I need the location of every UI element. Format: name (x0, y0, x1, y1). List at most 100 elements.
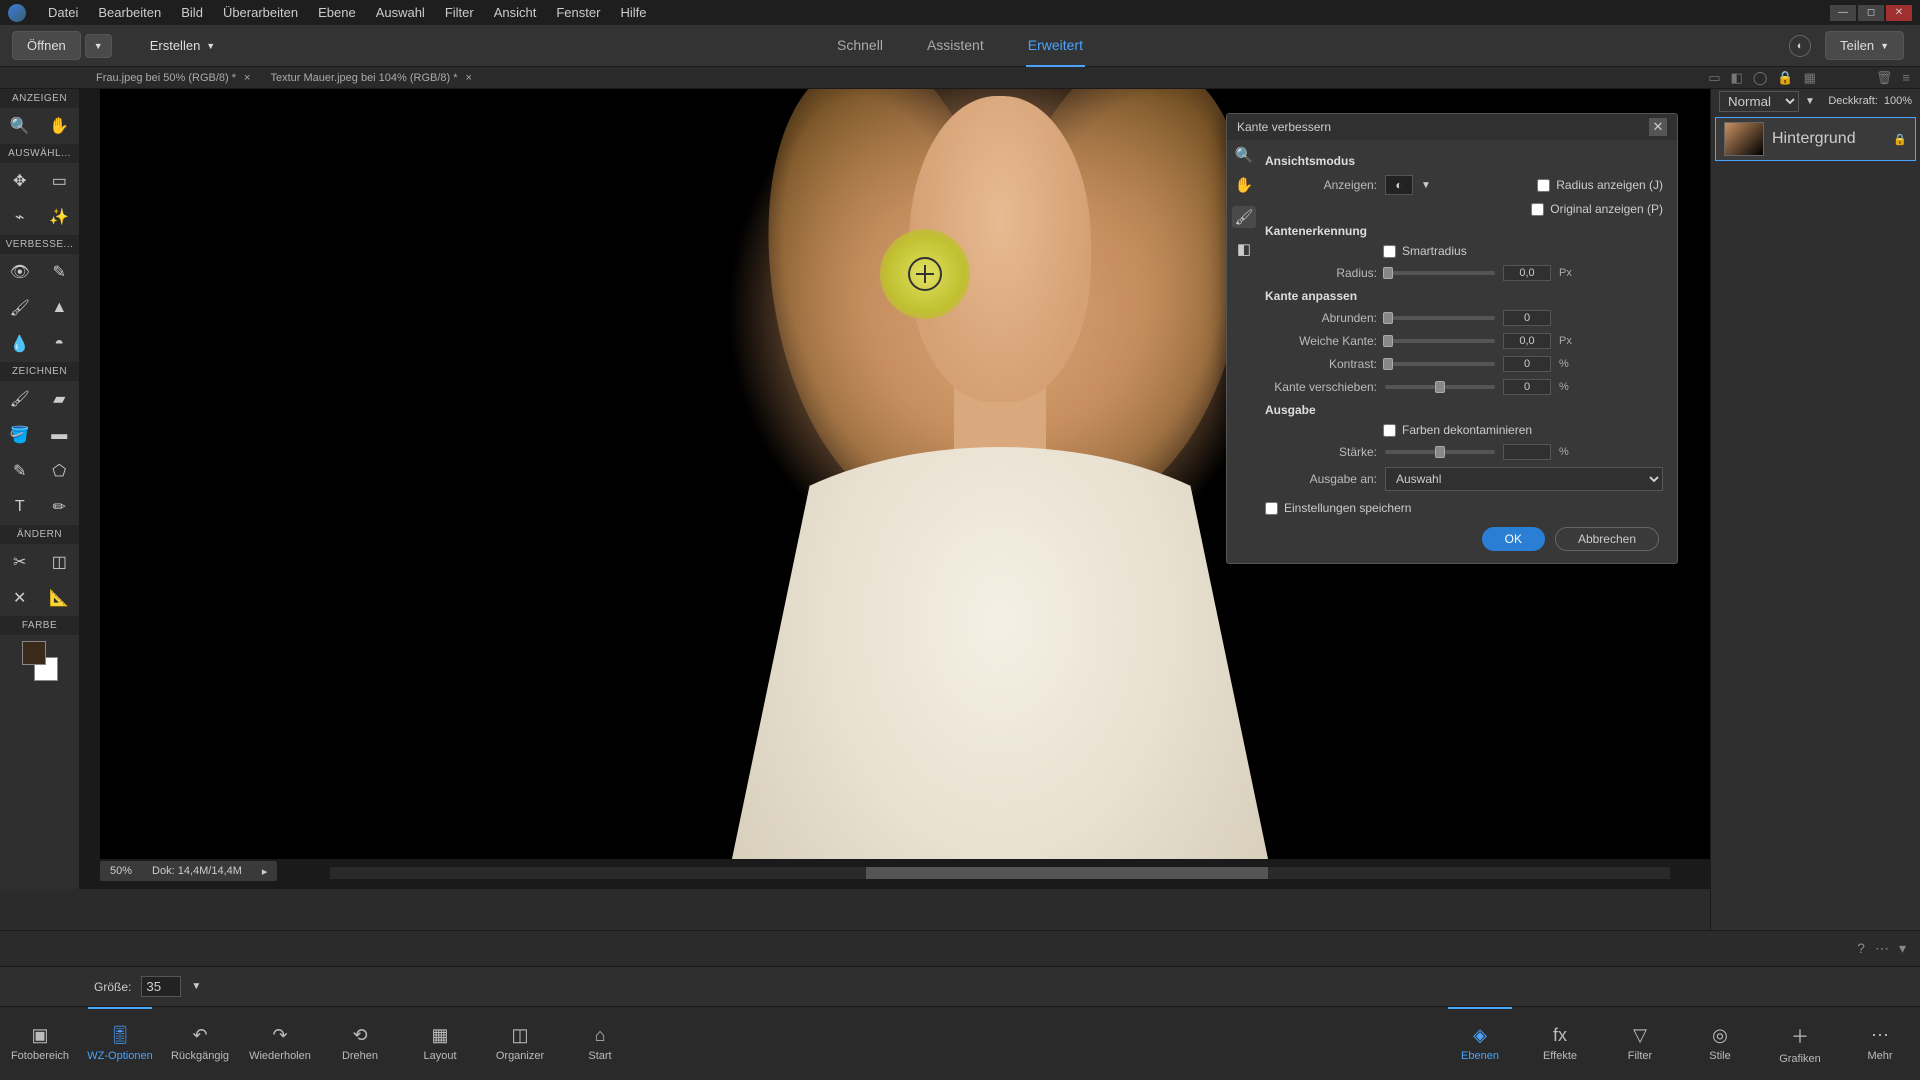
menu-help[interactable]: Hilfe (610, 5, 656, 20)
straighten-tool-icon[interactable]: 📐 (40, 580, 80, 616)
share-button[interactable]: Teilen ▼ (1825, 31, 1904, 60)
maximize-button[interactable]: ◻ (1858, 5, 1884, 21)
remember-settings-check[interactable]: Einstellungen speichern (1265, 501, 1663, 515)
layer-thumbnail[interactable] (1724, 122, 1764, 156)
color-swatch[interactable] (20, 639, 60, 683)
open-dropdown[interactable]: ▼ (85, 34, 112, 58)
open-button[interactable]: Öffnen (12, 31, 81, 60)
radius-input[interactable] (1503, 265, 1551, 281)
marquee-tool-icon[interactable]: ▭ (40, 163, 80, 199)
menu-file[interactable]: Datei (38, 5, 88, 20)
minimize-button[interactable]: — (1830, 5, 1856, 21)
clone-stamp-tool-icon[interactable]: ▲ (40, 290, 80, 326)
layer-item[interactable]: Hintergrund 🔒 (1715, 117, 1916, 161)
radius-slider[interactable] (1385, 271, 1495, 275)
menu-layer[interactable]: Ebene (308, 5, 366, 20)
tool-options-button[interactable]: 🎚WZ-Optionen (80, 1007, 160, 1080)
status-chevron-icon[interactable]: ▸ (262, 865, 268, 878)
sponge-tool-icon[interactable]: ◓ (40, 326, 80, 362)
blur-tool-icon[interactable]: 💧 (0, 326, 40, 362)
theme-toggle-icon[interactable]: ◐ (1789, 35, 1811, 57)
amount-input[interactable] (1503, 444, 1551, 460)
tab-quick[interactable]: Schnell (835, 25, 885, 67)
styles-tab-button[interactable]: ◎Stile (1680, 1007, 1760, 1080)
smooth-input[interactable] (1503, 310, 1551, 326)
spot-heal-tool-icon[interactable]: ✎ (40, 254, 80, 290)
graphics-tab-button[interactable]: ＋Grafiken (1760, 1007, 1840, 1080)
menu-image[interactable]: Bild (171, 5, 213, 20)
crop-tool-icon[interactable]: ✂ (0, 544, 40, 580)
more-icon[interactable]: ⋯ (1875, 940, 1889, 957)
ok-button[interactable]: OK (1482, 527, 1545, 551)
smart-brush-tool-icon[interactable]: 🖌 (0, 290, 40, 326)
doc-tab-1[interactable]: Textur Mauer.jpeg bei 104% (RGB/8) * × (260, 72, 482, 84)
doc-tab-0[interactable]: Frau.jpeg bei 50% (RGB/8) * × (86, 72, 260, 84)
menu-select[interactable]: Auswahl (366, 5, 435, 20)
type-tool-icon[interactable]: T (0, 489, 40, 525)
amount-slider[interactable] (1385, 450, 1495, 454)
menu-window[interactable]: Fenster (546, 5, 610, 20)
menu-filter[interactable]: Filter (435, 5, 484, 20)
chevron-down-icon[interactable]: ▼ (191, 981, 201, 992)
horizontal-scrollbar[interactable] (330, 867, 1670, 879)
layers-tab-button[interactable]: ◈Ebenen (1440, 1007, 1520, 1080)
pencil-tool-icon[interactable]: ✏ (40, 489, 80, 525)
zoom-tool-icon[interactable]: 🔍 (1235, 146, 1254, 164)
effects-tab-button[interactable]: fxEffekte (1520, 1007, 1600, 1080)
hand-tool-icon[interactable]: ✋ (40, 108, 80, 144)
show-radius-check[interactable]: Radius anzeigen (J) (1537, 178, 1663, 192)
menu-edit[interactable]: Bearbeiten (88, 5, 171, 20)
erase-refine-tool-icon[interactable]: ◧ (1237, 240, 1251, 258)
fill-tool-icon[interactable]: 🪣 (0, 417, 40, 453)
foreground-color-swatch[interactable] (22, 641, 46, 665)
undo-button[interactable]: ↶Rückgängig (160, 1007, 240, 1080)
lasso-tool-icon[interactable]: ⌁ (0, 199, 40, 235)
shape-tool-icon[interactable]: ⬠ (40, 453, 80, 489)
close-icon[interactable]: × (244, 72, 250, 84)
trash-icon[interactable]: 🗑 (1876, 70, 1893, 86)
hand-tool-icon[interactable]: ✋ (1235, 176, 1254, 194)
decontaminate-check[interactable]: Farben dekontaminieren (1383, 423, 1663, 437)
lock-icon[interactable]: 🔒 (1777, 70, 1793, 86)
blend-mode-select[interactable]: Normal (1719, 91, 1799, 112)
output-to-select[interactable]: Auswahl (1385, 467, 1663, 491)
tab-guided[interactable]: Assistent (925, 25, 986, 67)
panel-icon[interactable]: ▭ (1708, 70, 1720, 86)
brush-tool-icon[interactable]: 🖌 (0, 381, 40, 417)
feather-input[interactable] (1503, 333, 1551, 349)
smart-radius-check[interactable]: Smartradius (1383, 244, 1663, 258)
picker-tool-icon[interactable]: ✎ (0, 453, 40, 489)
wand-tool-icon[interactable]: ✨ (40, 199, 80, 235)
filters-tab-button[interactable]: ▽Filter (1600, 1007, 1680, 1080)
new-layer-icon[interactable]: ◧ (1731, 70, 1743, 86)
contrast-slider[interactable] (1385, 362, 1495, 366)
redo-button[interactable]: ↷Wiederholen (240, 1007, 320, 1080)
home-button[interactable]: ⌂Start (560, 1007, 640, 1080)
opacity-value[interactable]: 100% (1884, 95, 1912, 107)
cancel-button[interactable]: Abbrechen (1555, 527, 1659, 551)
shift-slider[interactable] (1385, 385, 1495, 389)
help-icon[interactable]: ? (1857, 940, 1865, 957)
create-button[interactable]: Erstellen ▼ (136, 32, 230, 59)
contrast-input[interactable] (1503, 356, 1551, 372)
zoom-level[interactable]: 50% (110, 865, 132, 877)
brush-size-input[interactable] (141, 976, 181, 997)
menu-view[interactable]: Ansicht (484, 5, 547, 20)
organizer-button[interactable]: ◫Organizer (480, 1007, 560, 1080)
feather-slider[interactable] (1385, 339, 1495, 343)
photo-bin-button[interactable]: ▣Fotobereich (0, 1007, 80, 1080)
layer-name[interactable]: Hintergrund (1772, 130, 1856, 148)
recompose-tool-icon[interactable]: ◫ (40, 544, 80, 580)
dialog-close-button[interactable]: ✕ (1649, 118, 1667, 136)
chevron-down-icon[interactable]: ▼ (1805, 96, 1815, 107)
chevron-down-icon[interactable]: ▾ (1899, 940, 1906, 957)
show-original-check[interactable]: Original anzeigen (P) (1531, 202, 1663, 216)
link-icon[interactable]: ▦ (1804, 70, 1816, 86)
close-button[interactable]: ✕ (1886, 5, 1912, 21)
refine-brush-tool-icon[interactable]: 🖌 (1232, 206, 1255, 228)
shift-input[interactable] (1503, 379, 1551, 395)
mask-icon[interactable]: ◯ (1753, 70, 1768, 86)
panel-menu-icon[interactable]: ≡ (1902, 70, 1910, 86)
lock-icon[interactable]: 🔒 (1893, 133, 1907, 146)
move-tool-icon[interactable]: ✥ (0, 163, 40, 199)
